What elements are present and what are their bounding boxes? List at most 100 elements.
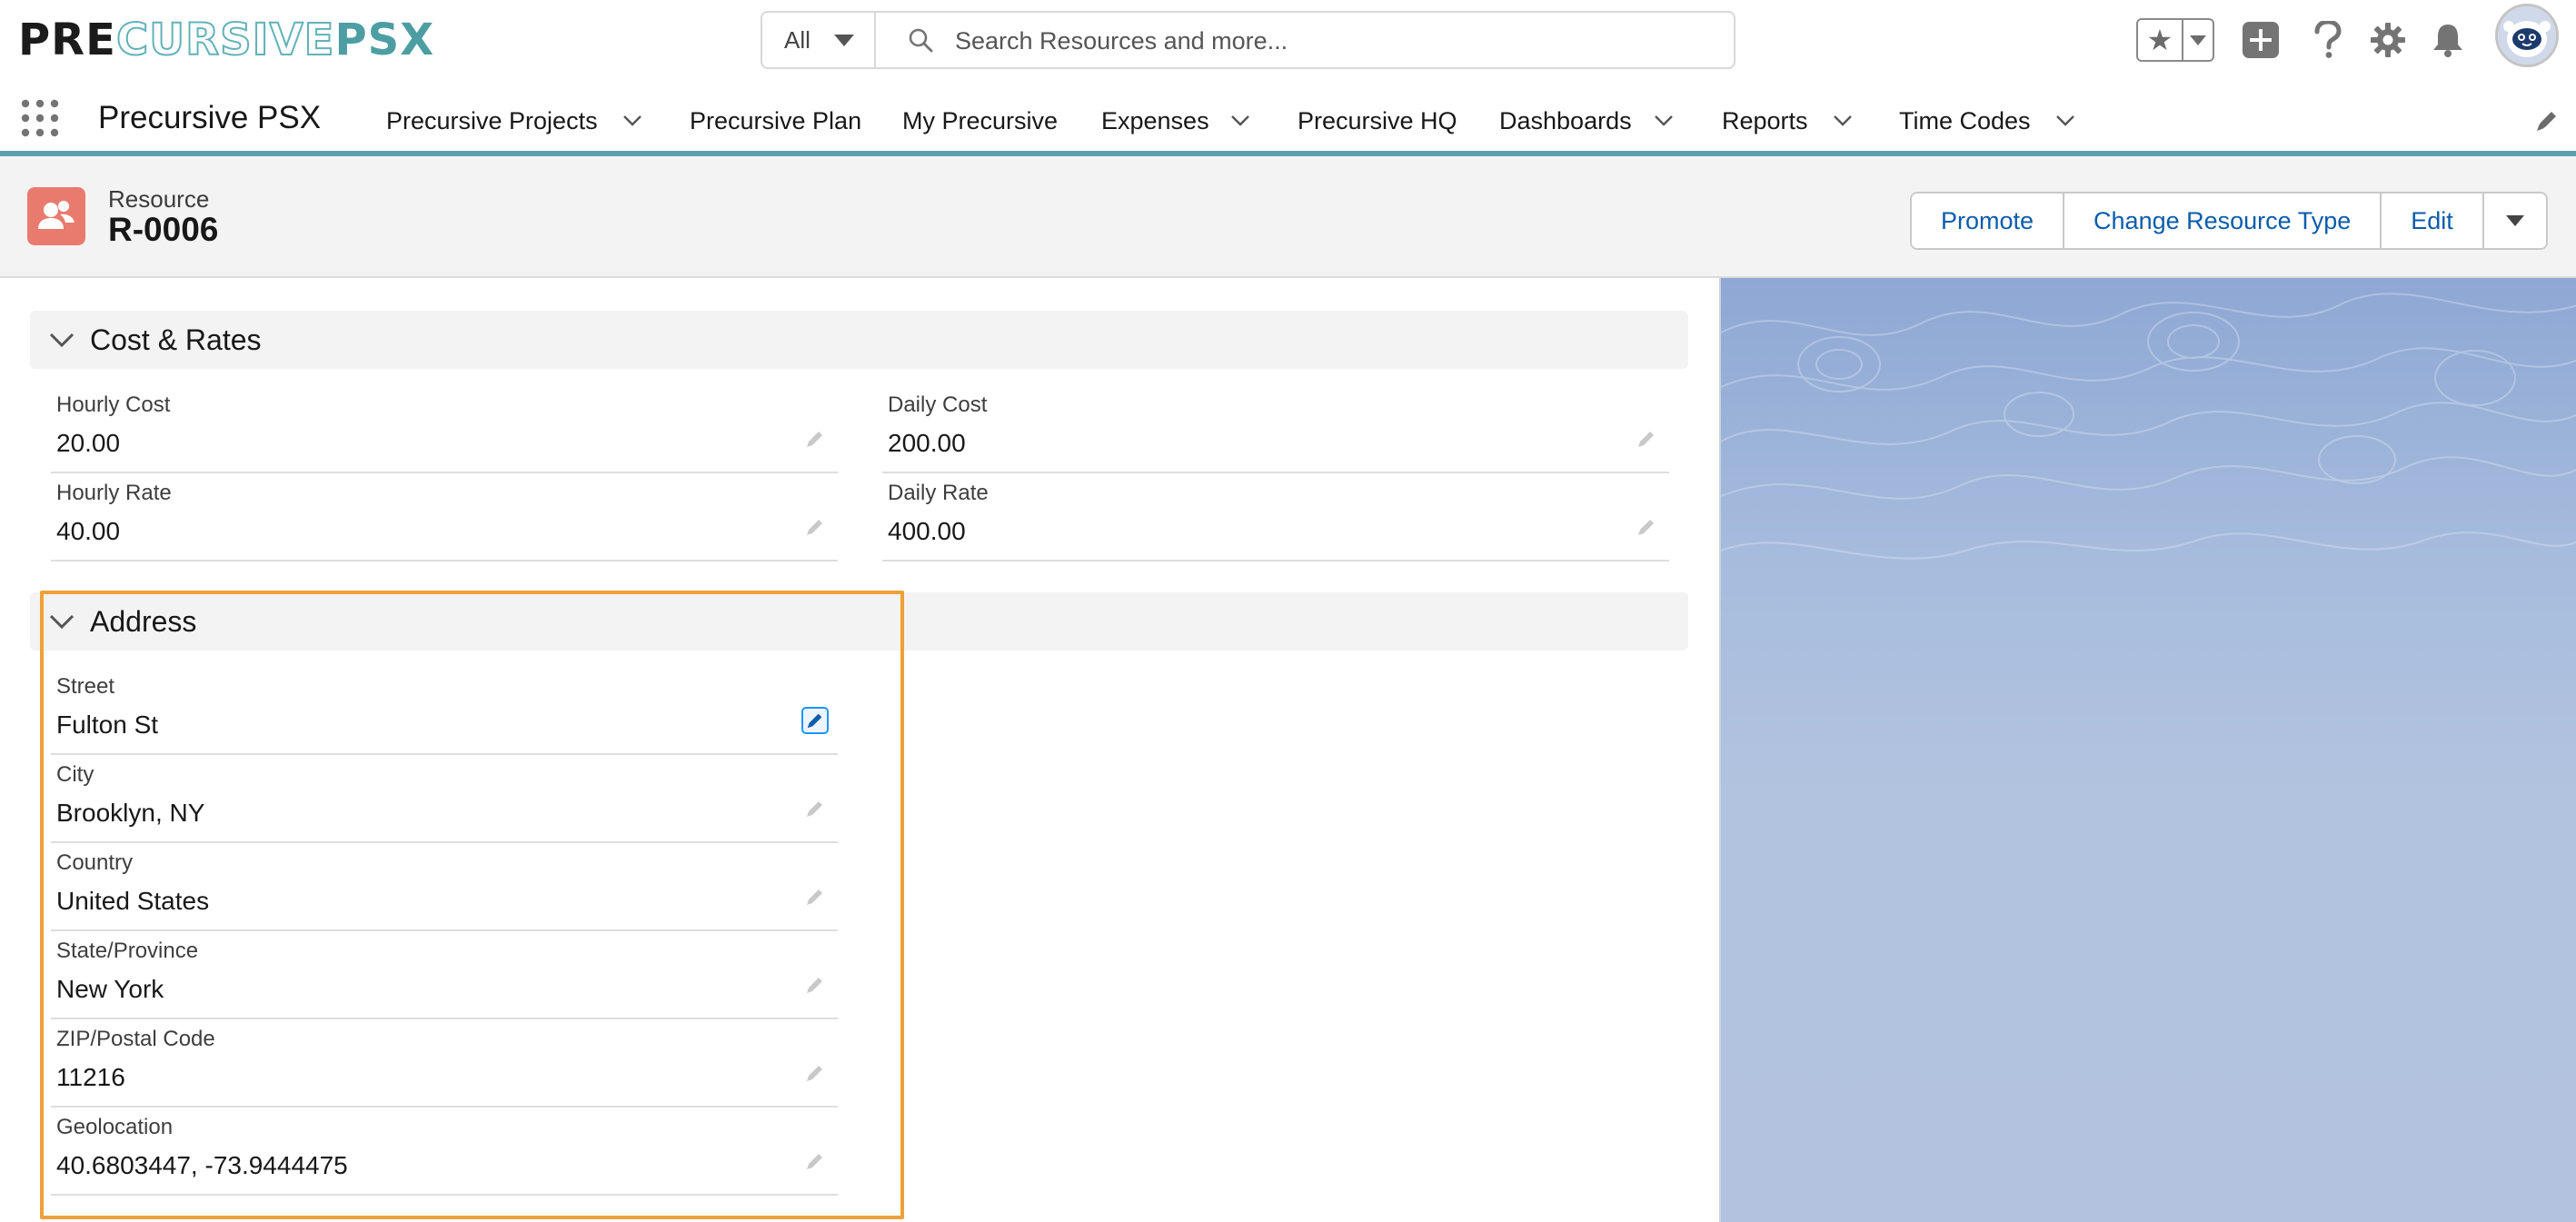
question-icon [2314,21,2342,58]
chevron-down-icon[interactable] [2055,114,2075,127]
star-icon[interactable]: ★ [2138,20,2183,60]
chevron-down-icon[interactable] [622,114,642,127]
pencil-icon [807,1154,822,1169]
field-label: State/Province [56,939,199,963]
pencil-icon[interactable] [2535,109,2559,133]
search-input[interactable] [953,20,1702,62]
field-hourly-cost: Hourly Cost 20.00 [51,385,838,473]
logo-text-pre: PRE [18,15,116,65]
section-title: Address [90,605,197,638]
field-value: 40.6803447, -73.9444475 [56,1151,348,1179]
edit-button[interactable]: Edit [2382,194,2484,248]
field-label: Daily Cost [888,392,988,417]
inline-edit-button[interactable] [801,795,829,822]
field-state-province: State/Province New York [51,931,838,1019]
field-geolocation: Geolocation 40.6803447, -73.9444475 [51,1108,838,1196]
promote-button[interactable]: Promote [1912,194,2065,248]
record-header: Resource R-0006 Promote Change Resource … [0,156,2576,278]
inline-edit-button[interactable] [801,425,829,452]
inline-edit-button[interactable] [1633,513,1660,541]
brand-logo[interactable]: PRE CURSIVE PSX [18,13,434,67]
chevron-down-icon[interactable] [1654,114,1674,127]
nav-tab-precursive-plan[interactable]: Precursive Plan [690,107,861,135]
caret-down-icon [834,35,854,46]
global-search: All [761,11,1736,69]
section-header-cost-rates[interactable]: Cost & Rates [30,311,1688,369]
search-scope-label: All [784,25,811,54]
search-icon [909,28,933,53]
record-type-label: Resource [108,185,210,213]
resource-person-icon [27,187,85,245]
field-label: Hourly Rate [56,481,172,505]
help-button[interactable] [2304,16,2352,64]
nav-tab-precursive-projects[interactable]: Precursive Projects [386,107,598,135]
chevron-down-icon [49,614,75,630]
setup-button[interactable] [2364,16,2412,64]
change-resource-type-button[interactable]: Change Resource Type [2064,194,2382,248]
field-daily-rate: Daily Rate 400.00 [882,473,1669,561]
app-name: Precursive PSX [98,100,322,135]
notifications-button[interactable] [2424,16,2472,64]
field-daily-cost: Daily Cost 200.00 [882,385,1669,473]
favorites-button-group: ★ [2136,18,2214,62]
gear-icon [2371,23,2405,57]
inline-edit-button[interactable] [801,971,829,998]
field-label: Geolocation [56,1115,174,1139]
bell-icon [2433,25,2462,57]
field-value: 200.00 [888,429,966,457]
field-label: City [56,762,94,787]
plus-icon [2243,22,2279,58]
field-zip-postal-code: ZIP/Postal Code 11216 [51,1019,838,1108]
inline-edit-button[interactable] [801,513,829,541]
field-value: 400.00 [888,517,966,545]
pencil-icon [807,1066,822,1081]
field-value: Brooklyn, NY [56,799,205,827]
record-name: R-0006 [108,211,219,248]
field-hourly-rate: Hourly Rate 40.00 [51,473,838,561]
record-detail-panel: Cost & Rates Hourly Cost 20.00 Daily Cos… [0,278,1719,1222]
logo-text-cursive: CURSIVE [115,14,335,66]
field-value: 20.00 [56,429,121,457]
decorative-side-panel [1719,278,2576,1222]
field-label: Hourly Cost [56,392,171,417]
astro-avatar-icon [2498,6,2556,65]
field-label: Daily Rate [888,481,989,505]
app-navigation-bar: Precursive PSX Precursive Projects Precu… [0,84,2576,156]
pencil-icon [807,432,822,447]
chevron-down-icon [49,333,75,348]
inline-edit-button[interactable] [801,1059,829,1087]
nav-tab-my-precursive[interactable]: My Precursive [902,107,1058,135]
search-scope-dropdown[interactable]: All [762,13,876,67]
global-header: PRECURSIVEPSX All ★ [0,0,2576,84]
pencil-icon [807,713,822,729]
chevron-down-icon[interactable] [1833,114,1853,127]
pencil-icon [807,801,822,817]
field-value: 40.00 [56,517,121,545]
nav-tab-expenses[interactable]: Expenses [1101,107,1209,135]
global-actions-button[interactable] [2237,16,2284,64]
section-title: Cost & Rates [90,323,262,356]
field-value: New York [56,975,164,1003]
person-icon [38,201,75,229]
record-action-buttons: Promote Change Resource Type Edit [1910,192,2548,250]
nav-tab-dashboards[interactable]: Dashboards [1499,107,1632,135]
field-label: Country [56,850,134,875]
nav-tab-reports[interactable]: Reports [1722,107,1808,135]
more-actions-button[interactable] [2483,194,2546,248]
inline-edit-button[interactable] [801,707,829,734]
pencil-icon [807,889,822,905]
field-label: ZIP/Postal Code [56,1027,215,1051]
nav-tab-time-codes[interactable]: Time Codes [1899,107,2031,135]
topographic-pattern [1721,293,2576,560]
nav-tab-precursive-hq[interactable]: Precursive HQ [1298,107,1457,135]
user-avatar[interactable] [2495,4,2559,67]
inline-edit-button[interactable] [1633,425,1660,452]
chevron-down-icon[interactable] [1230,114,1250,127]
pencil-icon [1638,432,1654,447]
caret-down-icon [2190,35,2206,45]
inline-edit-button[interactable] [801,1147,829,1175]
inline-edit-button[interactable] [801,883,829,910]
section-header-address[interactable]: Address [30,592,1688,651]
app-launcher-icon[interactable] [20,98,60,138]
favorites-dropdown-button[interactable] [2183,20,2213,60]
